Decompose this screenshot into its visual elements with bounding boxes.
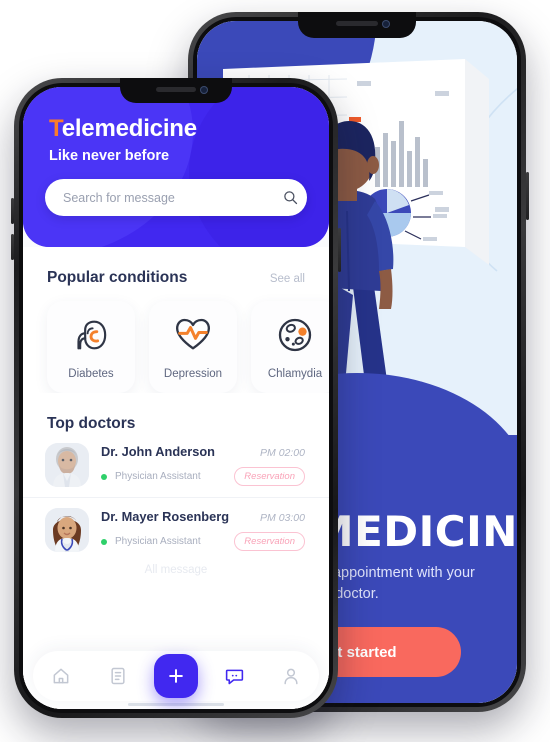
- doctor-role-label: Physician Assistant: [115, 471, 201, 482]
- earpiece-speaker: [336, 21, 378, 26]
- doctor-role: Physician Assistant: [101, 536, 201, 547]
- popular-conditions-row[interactable]: Diabetes Depression Chlamydia: [23, 287, 329, 393]
- doctor-name: Dr. John Anderson: [101, 444, 215, 459]
- tab-profile[interactable]: [271, 656, 311, 696]
- popular-conditions-title: Popular conditions: [47, 269, 188, 286]
- earpiece-speaker: [156, 87, 196, 92]
- screenshot-stage: TELEMEDICINE Let's make an appointment w…: [0, 0, 550, 742]
- bottom-navigation: [33, 651, 319, 701]
- power-button-front[interactable]: [338, 228, 341, 272]
- search-icon[interactable]: [273, 190, 307, 205]
- appointment-time: PM 02:00: [260, 447, 305, 459]
- heart-pulse-icon: [173, 315, 213, 360]
- app-body: Popular conditions See all Diabetes Depr…: [23, 247, 329, 709]
- volume-up-button-front[interactable]: [11, 198, 14, 224]
- front-camera: [382, 20, 390, 28]
- popular-section-header: Popular conditions See all: [23, 247, 329, 287]
- doctor-details: Dr. John Anderson PM 02:00 Physician Ass…: [101, 444, 305, 486]
- all-message-label[interactable]: All message: [23, 564, 329, 576]
- condition-label: Diabetes: [68, 367, 114, 380]
- app-title-initial: T: [49, 115, 62, 142]
- avatar: [45, 508, 89, 552]
- add-button[interactable]: [153, 654, 198, 698]
- app-title-rest: elemedicine: [61, 115, 197, 142]
- decor-blob-left: [23, 87, 193, 247]
- search-input[interactable]: [45, 190, 273, 205]
- status-dot: [101, 538, 107, 545]
- app-header: Telemedicine Like never before: [23, 87, 329, 247]
- see-all-link[interactable]: See all: [270, 273, 305, 285]
- search-bar[interactable]: [45, 179, 307, 216]
- doctor-top-row: Dr. Mayer Rosenberg PM 03:00: [101, 509, 305, 524]
- condition-card-chlamydia[interactable]: Chlamydia: [251, 301, 329, 393]
- condition-card-depression[interactable]: Depression: [149, 301, 237, 393]
- tab-home[interactable]: [41, 656, 81, 696]
- top-doctors-title: Top doctors: [47, 415, 136, 432]
- avatar: [45, 443, 89, 487]
- appointment-time: PM 03:00: [260, 512, 305, 524]
- home-indicator: [128, 703, 224, 706]
- condition-label: Chlamydia: [267, 367, 323, 380]
- app-title: Telemedicine: [49, 115, 329, 143]
- doctors-section-header: Top doctors: [23, 393, 329, 433]
- volume-down-button-front[interactable]: [11, 234, 14, 260]
- doctor-name: Dr. Mayer Rosenberg: [101, 509, 230, 524]
- doctor-details: Dr. Mayer Rosenberg PM 03:00 Physician A…: [101, 509, 305, 551]
- back-phone-notch: [298, 12, 416, 38]
- decor-blob-right: [189, 87, 329, 247]
- status-dot: [101, 473, 107, 480]
- power-button[interactable]: [526, 172, 529, 220]
- tab-messages[interactable]: [214, 656, 254, 696]
- doctor-role: Physician Assistant: [101, 471, 201, 482]
- front-phone-notch: [120, 78, 232, 103]
- telemedicine-app: Telemedicine Like never before Search fo…: [23, 87, 329, 709]
- doctor-bottom-row: Physician Assistant Reservation: [101, 532, 305, 551]
- doctor-role-label: Physician Assistant: [115, 536, 201, 547]
- doctor-top-row: Dr. John Anderson PM 02:00: [101, 444, 305, 459]
- front-phone-frame: Telemedicine Like never before Search fo…: [11, 78, 341, 718]
- doctor-bottom-row: Physician Assistant Reservation: [101, 467, 305, 486]
- tab-records[interactable]: [98, 656, 138, 696]
- condition-label: Depression: [163, 367, 223, 380]
- app-tagline: Like never before: [49, 148, 170, 164]
- doctor-list-item[interactable]: Dr. Mayer Rosenberg PM 03:00 Physician A…: [23, 497, 329, 562]
- front-phone-screen: Telemedicine Like never before Search fo…: [23, 87, 329, 709]
- doctor-list-item[interactable]: Dr. John Anderson PM 02:00 Physician Ass…: [23, 433, 329, 497]
- front-camera: [200, 86, 208, 94]
- reservation-button[interactable]: Reservation: [234, 532, 305, 551]
- condition-card-diabetes[interactable]: Diabetes: [47, 301, 135, 393]
- reservation-button[interactable]: Reservation: [234, 467, 305, 486]
- kidney-icon: [71, 315, 111, 360]
- cell-icon: [275, 315, 315, 360]
